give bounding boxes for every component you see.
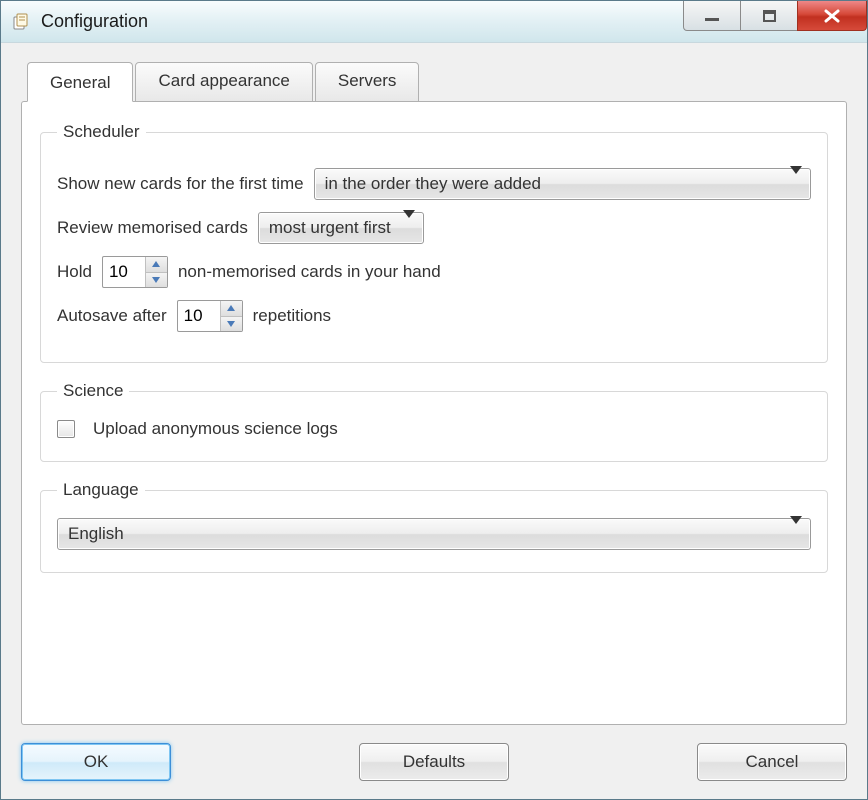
show-new-row: Show new cards for the first time in the… bbox=[57, 168, 811, 200]
app-icon bbox=[11, 12, 31, 32]
chevron-down-icon bbox=[227, 321, 235, 327]
review-row: Review memorised cards most urgent first bbox=[57, 212, 811, 244]
science-legend: Science bbox=[57, 381, 129, 401]
hold-spin-down[interactable] bbox=[146, 272, 167, 288]
minimize-icon bbox=[703, 9, 721, 23]
dialog-buttons: OK Defaults Cancel bbox=[21, 725, 847, 781]
upload-row: Upload anonymous science logs bbox=[57, 419, 811, 439]
language-row: English bbox=[57, 518, 811, 550]
tab-general[interactable]: General bbox=[27, 62, 133, 102]
review-label: Review memorised cards bbox=[57, 218, 248, 238]
window-controls bbox=[684, 1, 867, 31]
hold-prefix: Hold bbox=[57, 262, 92, 282]
maximize-button[interactable] bbox=[740, 1, 798, 31]
hold-input[interactable] bbox=[103, 257, 145, 287]
autosave-input[interactable] bbox=[178, 301, 220, 331]
review-select[interactable]: most urgent first bbox=[258, 212, 424, 244]
close-button[interactable] bbox=[797, 1, 867, 31]
upload-label: Upload anonymous science logs bbox=[93, 419, 338, 439]
hold-suffix: non-memorised cards in your hand bbox=[178, 262, 441, 282]
hold-spin-up[interactable] bbox=[146, 257, 167, 272]
language-group: Language English bbox=[40, 480, 828, 573]
chevron-down-icon bbox=[790, 524, 802, 544]
hold-spinner[interactable] bbox=[102, 256, 168, 288]
language-legend: Language bbox=[57, 480, 145, 500]
close-icon bbox=[822, 8, 842, 24]
science-group: Science Upload anonymous science logs bbox=[40, 381, 828, 462]
tab-strip: General Card appearance Servers bbox=[21, 61, 847, 101]
language-value: English bbox=[68, 524, 124, 544]
autosave-spinner[interactable] bbox=[177, 300, 243, 332]
show-new-label: Show new cards for the first time bbox=[57, 174, 304, 194]
ok-button[interactable]: OK bbox=[21, 743, 171, 781]
language-select[interactable]: English bbox=[57, 518, 811, 550]
autosave-spin-up[interactable] bbox=[221, 301, 242, 316]
defaults-button[interactable]: Defaults bbox=[359, 743, 509, 781]
titlebar: Configuration bbox=[1, 1, 867, 43]
scheduler-legend: Scheduler bbox=[57, 122, 146, 142]
tab-region: General Card appearance Servers Schedule… bbox=[21, 61, 847, 725]
autosave-row: Autosave after repetitions bbox=[57, 300, 811, 332]
review-value: most urgent first bbox=[269, 218, 391, 238]
scheduler-group: Scheduler Show new cards for the first t… bbox=[40, 122, 828, 363]
configuration-window: Configuration General Card appearance Se… bbox=[0, 0, 868, 800]
autosave-spin-down[interactable] bbox=[221, 316, 242, 332]
chevron-up-icon bbox=[152, 261, 160, 267]
chevron-down-icon bbox=[790, 174, 802, 194]
maximize-icon bbox=[763, 10, 776, 22]
minimize-button[interactable] bbox=[683, 1, 741, 31]
client-area: General Card appearance Servers Schedule… bbox=[1, 43, 867, 799]
tab-servers[interactable]: Servers bbox=[315, 62, 420, 102]
chevron-up-icon bbox=[227, 305, 235, 311]
upload-checkbox[interactable] bbox=[57, 420, 75, 438]
show-new-value: in the order they were added bbox=[325, 174, 541, 194]
chevron-down-icon bbox=[152, 277, 160, 283]
show-new-select[interactable]: in the order they were added bbox=[314, 168, 811, 200]
cancel-button[interactable]: Cancel bbox=[697, 743, 847, 781]
autosave-suffix: repetitions bbox=[253, 306, 331, 326]
window-title: Configuration bbox=[41, 11, 148, 32]
autosave-prefix: Autosave after bbox=[57, 306, 167, 326]
tab-card-appearance[interactable]: Card appearance bbox=[135, 62, 312, 102]
hold-row: Hold non-memorised cards in your hand bbox=[57, 256, 811, 288]
chevron-down-icon bbox=[403, 218, 415, 238]
tabpanel-general: Scheduler Show new cards for the first t… bbox=[21, 101, 847, 725]
